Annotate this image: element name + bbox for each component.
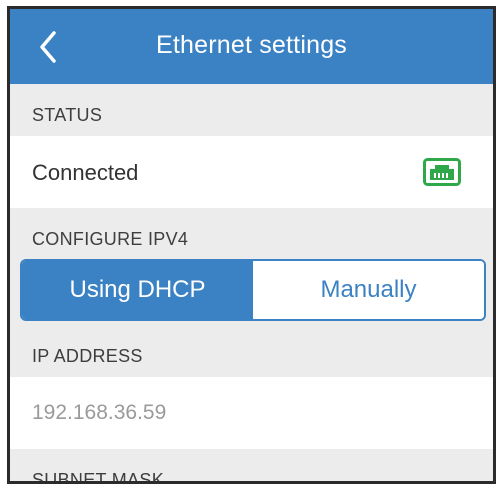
settings-screen: Ethernet settings STATUS Connected CONFI… <box>7 6 496 484</box>
manually-option[interactable]: Manually <box>253 261 484 319</box>
using-dhcp-option[interactable]: Using DHCP <box>22 261 253 319</box>
status-row: Connected <box>10 136 493 208</box>
ipv4-mode-segmented-control: Using DHCP Manually <box>20 259 486 321</box>
ethernet-port-icon <box>423 158 461 186</box>
ip-address-section-label: IP ADDRESS <box>32 346 143 366</box>
ip-address-value: 192.168.36.59 <box>32 401 167 424</box>
configure-ipv4-section-label: CONFIGURE IPV4 <box>32 229 189 249</box>
connection-status: Connected <box>32 160 139 185</box>
page-title: Ethernet settings <box>155 31 347 59</box>
subnet-mask-section-label: SUBNET MASK <box>32 470 164 484</box>
navigation-bar: Ethernet settings <box>10 9 493 84</box>
ip-address-row: 192.168.36.59 <box>10 377 493 449</box>
status-section-label: STATUS <box>32 105 103 125</box>
